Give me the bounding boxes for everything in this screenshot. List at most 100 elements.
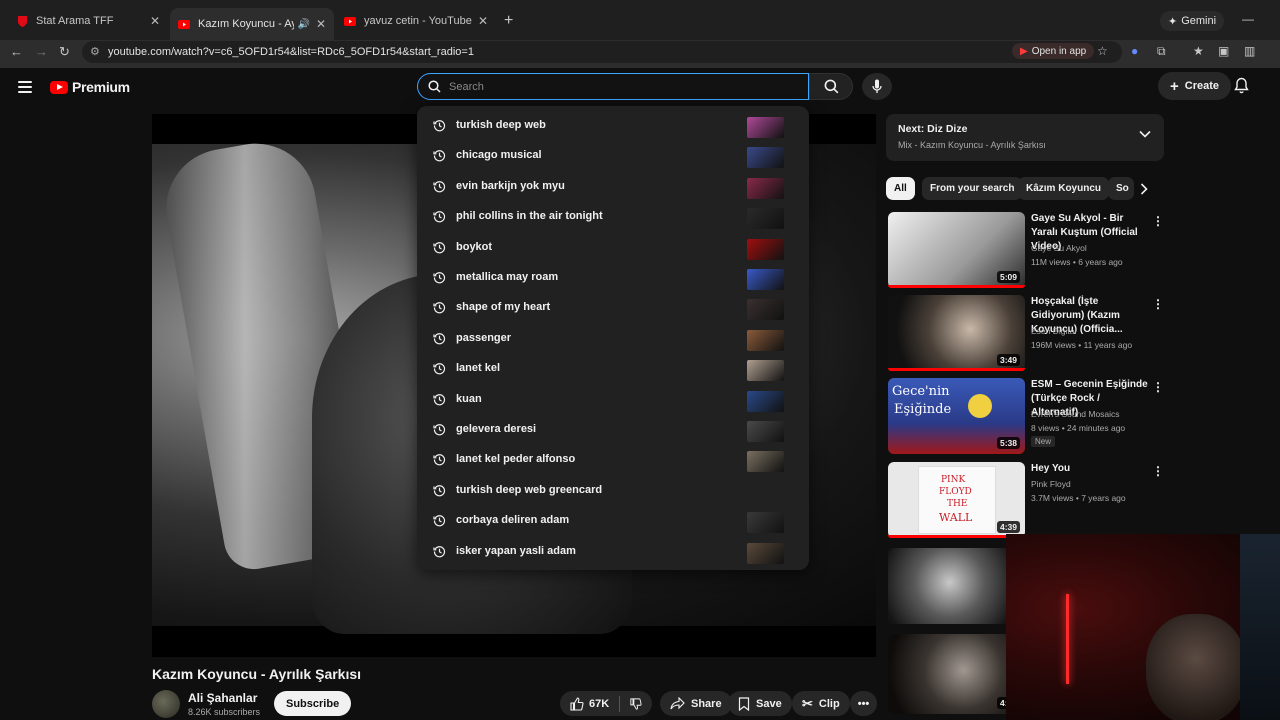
suggestion-thumbnail[interactable]	[747, 208, 784, 230]
video-thumbnail[interactable]: 3:49	[888, 295, 1025, 371]
history-icon	[433, 515, 446, 527]
video-thumbnail[interactable]: PINK FLOYD THE WALL 4:39	[888, 462, 1025, 538]
share-button[interactable]: Share	[660, 691, 732, 716]
create-label: Create	[1184, 80, 1220, 92]
menu-icon[interactable]	[18, 81, 32, 93]
search-suggestion[interactable]: metallica may roam	[417, 262, 809, 292]
suggestion-thumbnail[interactable]	[747, 421, 784, 442]
more-actions-button[interactable]: •••	[850, 691, 877, 716]
search-suggestion[interactable]: kuan	[417, 384, 809, 414]
open-in-app-button[interactable]: ▶ Open in app	[1012, 43, 1095, 59]
search-suggestion[interactable]: phil collins in the air tonight	[417, 201, 809, 231]
recommended-video[interactable]: Gece'nin Eşiğinde 5:38 ESM – Gecenin Eşi…	[886, 378, 1164, 456]
chip-from-your-search[interactable]: From your search	[922, 177, 1023, 200]
chip-all[interactable]: All	[886, 177, 915, 200]
chip-so[interactable]: So	[1108, 177, 1134, 200]
close-tab-icon[interactable]: ✕	[150, 14, 160, 28]
search-suggestion[interactable]: turkish deep web greencard	[417, 475, 809, 505]
url-field[interactable]: ⚙ youtube.com/watch?v=c6_5OFD1r54&list=R…	[82, 41, 1122, 63]
clip-label: Clip	[818, 697, 840, 710]
suggestion-thumbnail[interactable]	[747, 329, 784, 351]
more-vertical-icon[interactable]: ⋮	[1152, 214, 1164, 228]
search-suggestion[interactable]: shape of my heart	[417, 292, 809, 322]
playlist-next-card[interactable]: Next: Diz Dize Mix - Kazım Koyuncu - Ayr…	[886, 114, 1164, 161]
notifications-bell-icon[interactable]	[1234, 77, 1249, 99]
channel-name[interactable]: Ali Şahanlar	[188, 691, 257, 705]
search-suggestion[interactable]: chicago musical	[417, 140, 809, 170]
suggestion-text: lanet kel	[456, 362, 501, 375]
browser-tab-active[interactable]: Kazım Koyuncu - Ayrılık Şarkısı 🔊 ✕	[170, 8, 334, 40]
search-suggestion[interactable]: gelevera deresi	[417, 414, 809, 444]
suggestion-text: lanet kel peder alfonso	[456, 453, 576, 466]
video-stats: 196M views • 11 years ago	[1031, 340, 1133, 350]
search-suggestion[interactable]: lanet kel peder alfonso	[417, 444, 809, 474]
save-button[interactable]: Save	[728, 691, 792, 716]
close-tab-icon[interactable]: ✕	[316, 17, 326, 31]
video-thumbnail[interactable]: 5:09	[888, 212, 1025, 288]
suggestion-thumbnail[interactable]	[747, 177, 784, 199]
voice-search-button[interactable]	[862, 73, 892, 100]
search-suggestion[interactable]: passenger	[417, 323, 809, 353]
search-suggestion[interactable]: corbaya deliren adam	[417, 505, 809, 535]
clip-button[interactable]: ✂ Clip	[792, 691, 850, 716]
close-tab-icon[interactable]: ✕	[478, 14, 488, 28]
video-thumbnail[interactable]: 4:42	[888, 634, 1025, 714]
suggestion-thumbnail[interactable]	[747, 390, 784, 412]
suggestion-thumbnail[interactable]	[747, 512, 784, 534]
channel-avatar[interactable]	[152, 690, 180, 718]
minimize-icon[interactable]: —	[1242, 12, 1254, 26]
search-button[interactable]	[809, 73, 853, 100]
speaker-icon[interactable]: 🔊	[298, 19, 310, 30]
bookmark-star-icon[interactable]: ☆	[1097, 44, 1108, 58]
extensions-puzzle-icon[interactable]: ⧉	[1157, 44, 1166, 59]
subscribe-button[interactable]: Subscribe	[274, 691, 352, 716]
search-suggestion[interactable]: evin barkijn yok myu	[417, 171, 809, 201]
more-vertical-icon[interactable]: ⋮	[1152, 380, 1164, 394]
new-tab-icon[interactable]: +	[504, 12, 513, 30]
video-thumbnail[interactable]: Gece'nin Eşiğinde 5:38	[888, 378, 1025, 454]
side-panel-icon[interactable]: ▥	[1244, 44, 1255, 58]
create-button[interactable]: + Create	[1158, 72, 1232, 100]
suggestion-thumbnail[interactable]	[747, 451, 784, 473]
suggestion-thumbnail[interactable]	[747, 269, 784, 290]
suggestion-thumbnail[interactable]	[747, 117, 784, 138]
new-badge: New	[1031, 436, 1056, 447]
suggestion-thumbnail[interactable]	[747, 147, 784, 169]
forward-icon[interactable]: →	[35, 44, 48, 59]
browser-tab[interactable]: yavuz cetin - YouTube ✕	[336, 8, 496, 34]
youtube-premium-logo[interactable]: Premium	[50, 79, 130, 95]
chevron-right-icon[interactable]	[1140, 183, 1148, 195]
suggestion-thumbnail[interactable]	[747, 542, 784, 564]
bookmarks-icon[interactable]: ★	[1193, 44, 1204, 58]
extension-icon[interactable]: ●	[1131, 44, 1138, 58]
search-input[interactable]: Search	[417, 73, 809, 100]
history-icon	[433, 424, 446, 436]
recommended-video[interactable]: 5:09 Gaye Su Akyol - Bir Yaralı Kuştum (…	[886, 212, 1164, 290]
suggestion-thumbnail[interactable]	[747, 299, 784, 321]
recommended-video[interactable]: PINK FLOYD THE WALL 4:39 Hey You Pink Fl…	[886, 462, 1164, 540]
reload-icon[interactable]: ↻	[59, 44, 70, 60]
tab-search-icon[interactable]: ▣	[1218, 44, 1229, 58]
search-icon	[824, 79, 838, 94]
suggestion-thumbnail[interactable]	[747, 238, 784, 260]
suggestion-text: evin barkijn yok myu	[456, 179, 565, 192]
gemini-button[interactable]: ✦ Gemini	[1160, 11, 1225, 31]
search-suggestion[interactable]: lanet kel	[417, 353, 809, 383]
search-suggestion[interactable]: isker yapan yasli adam	[417, 536, 809, 566]
more-vertical-icon[interactable]: ⋮	[1152, 464, 1164, 478]
site-info-icon[interactable]: ⚙	[90, 45, 100, 58]
recommended-video[interactable]: 3:49 Hoşçakal (İşte Gidiyorum) (Kazım Ko…	[886, 295, 1164, 373]
search-suggestion[interactable]: turkish deep web	[417, 110, 809, 140]
video-thumbnail[interactable]	[888, 548, 1025, 624]
more-vertical-icon[interactable]: ⋮	[1152, 297, 1164, 311]
thumbs-down-icon[interactable]	[630, 697, 642, 711]
search-suggestion[interactable]: boykot	[417, 232, 809, 262]
chevron-down-icon[interactable]	[1139, 130, 1151, 138]
chip-kazim-koyuncu[interactable]: Kâzım Koyuncu	[1018, 177, 1110, 200]
back-icon[interactable]: ←	[10, 44, 23, 59]
thumbnail-text: FLOYD	[939, 487, 972, 497]
save-label: Save	[756, 697, 782, 710]
suggestion-thumbnail[interactable]	[747, 360, 784, 382]
browser-tab[interactable]: Stat Arama TFF ✕	[8, 8, 168, 34]
like-button[interactable]: 67K	[570, 696, 609, 711]
